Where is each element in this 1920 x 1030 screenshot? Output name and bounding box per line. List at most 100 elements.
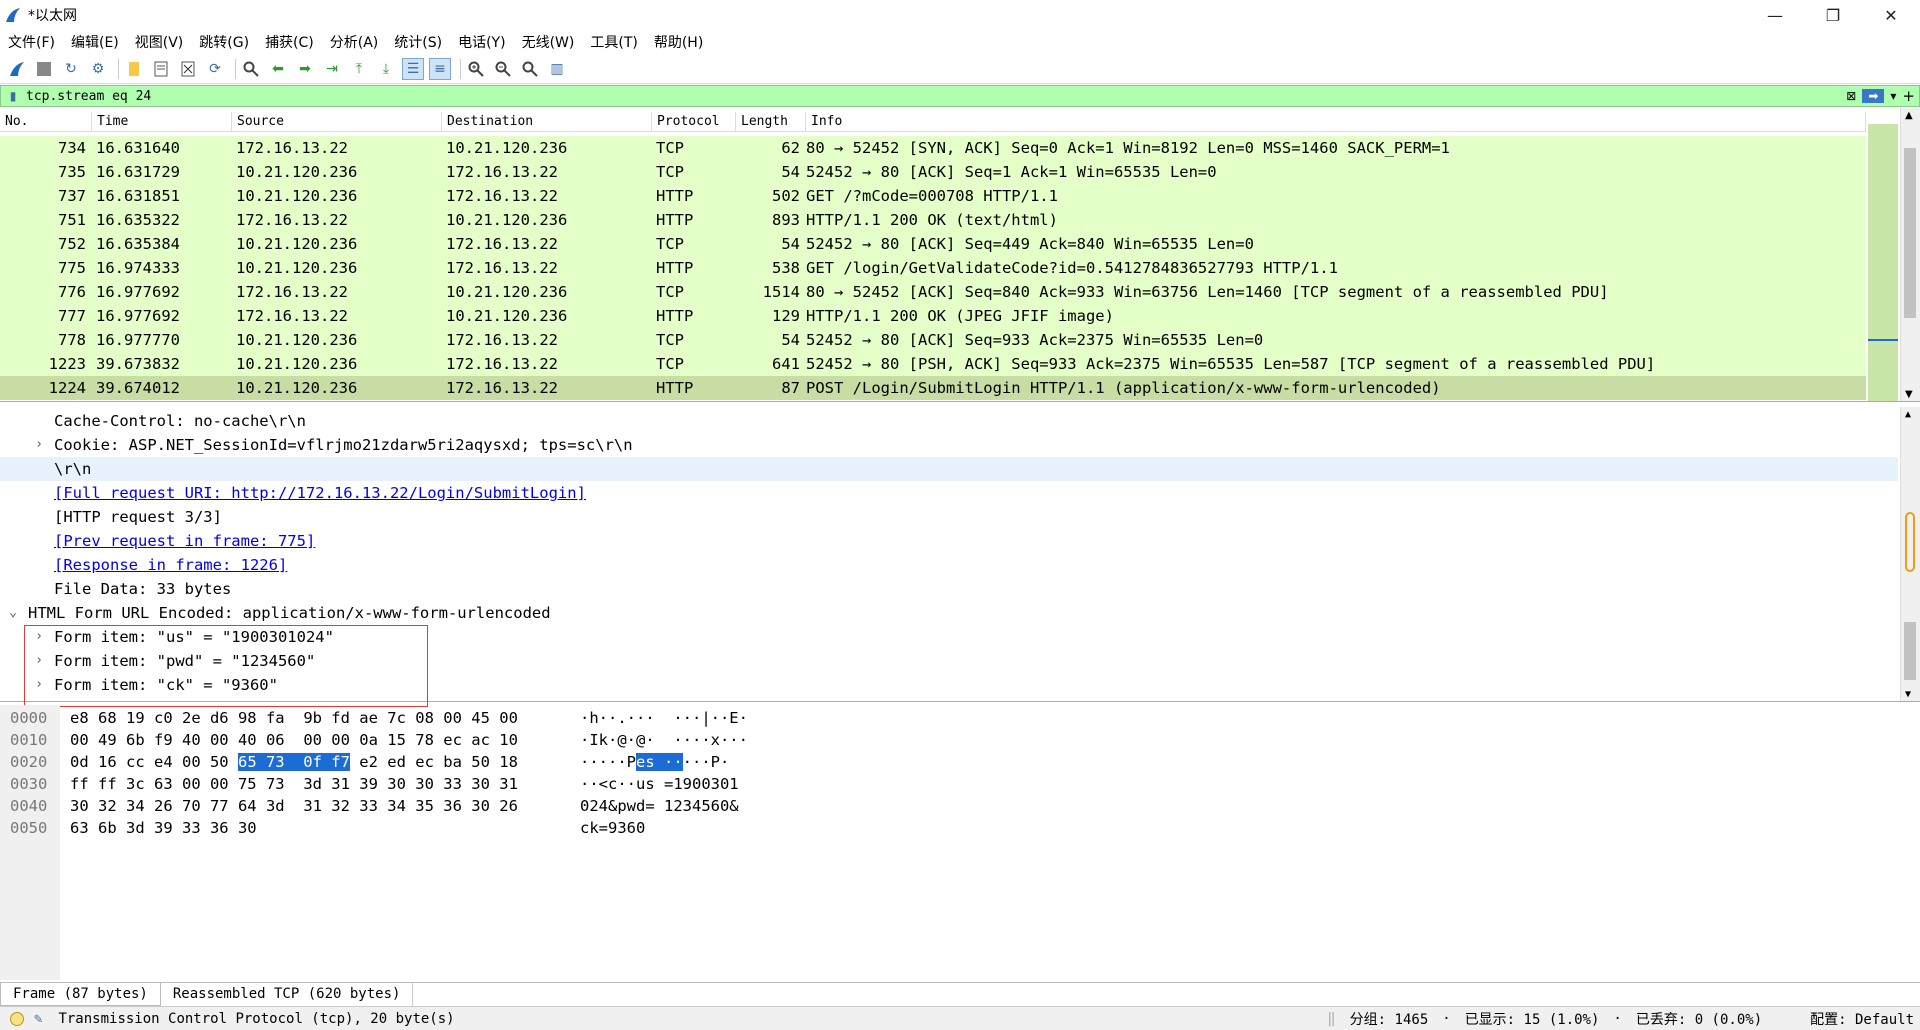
menu-edit[interactable]: 编辑(E)	[63, 32, 127, 52]
save-file-icon[interactable]	[150, 58, 172, 80]
column-header-no[interactable]: No.	[0, 112, 92, 131]
go-to-packet-icon[interactable]: ⇥	[321, 58, 343, 80]
ascii-bytes[interactable]: 024&pwd= 1234560&	[580, 795, 739, 817]
detail-tree-item[interactable]: [HTTP request 3/3]	[0, 505, 1898, 529]
hex-bytes[interactable]: 0d 16 cc e4 00 50 65 73 0f f7 e2 ed ec b…	[70, 751, 518, 773]
go-first-icon[interactable]: ⤒	[348, 58, 370, 80]
hex-bytes[interactable]: 63 6b 3d 39 33 36 30	[70, 817, 275, 839]
scrollbar-thumb[interactable]	[1904, 148, 1916, 318]
column-header-time[interactable]: Time	[92, 112, 232, 131]
go-forward-icon[interactable]: ➡	[294, 58, 316, 80]
reload-file-icon[interactable]: ⟳	[204, 58, 226, 80]
menu-file[interactable]: 文件(F)	[0, 32, 63, 52]
scroll-down-icon[interactable]: ▼	[1905, 689, 1911, 700]
expert-info-icon[interactable]	[10, 1011, 24, 1026]
start-capture-icon[interactable]	[6, 58, 28, 80]
detail-link[interactable]: [Response in frame: 1226]	[54, 553, 287, 577]
detail-tree-item[interactable]: \r\n	[0, 457, 1898, 481]
profile-label[interactable]: 配置: Default	[1810, 1009, 1914, 1029]
detail-tree-item[interactable]: › Cookie: ASP.NET_SessionId=vflrjmo21zdar…	[0, 433, 1898, 457]
restore-icon[interactable]: ❐	[1804, 0, 1862, 30]
zoom-in-icon[interactable]	[465, 58, 487, 80]
detail-tree-item[interactable]: File Data: 33 bytes	[0, 577, 1898, 601]
column-header-protocol[interactable]: Protocol	[652, 112, 736, 131]
main-toolbar: ↻ ⚙ ⟳ ⬅ ➡ ⇥ ⤒ ⤓ ☰ ≡ ▥	[0, 54, 1920, 84]
close-file-icon[interactable]	[177, 58, 199, 80]
bookmark-icon[interactable]: ▮	[4, 87, 22, 105]
scroll-down-icon[interactable]: ▼	[1905, 389, 1913, 400]
packet-row[interactable]: 778 16.977770 10.21.120.236 172.16.13.22 TCP…	[0, 328, 1866, 352]
detail-link[interactable]: [Full request URI: http://172.16.13.22/L…	[54, 481, 586, 505]
scroll-up-icon[interactable]: ▲	[1905, 110, 1913, 121]
scroll-up-icon[interactable]: ▲	[1905, 409, 1911, 420]
tab-reassembled-tcp[interactable]: Reassembled TCP (620 bytes)	[161, 983, 414, 1006]
restart-capture-icon[interactable]: ↻	[60, 58, 82, 80]
menu-view[interactable]: 视图(V)	[127, 32, 192, 52]
autoscroll-icon[interactable]: ☰	[402, 57, 424, 80]
column-header-source[interactable]: Source	[232, 112, 442, 131]
column-header-length[interactable]: Length	[736, 112, 806, 131]
packet-row[interactable]: 1224 39.674012 10.21.120.236 172.16.13.22 HT…	[0, 376, 1866, 400]
detail-tree-item[interactable]: ⌄ HTML Form URL Encoded: application/x-ww…	[0, 601, 1898, 625]
go-back-icon[interactable]: ⬅	[267, 58, 289, 80]
ascii-bytes[interactable]: ··<c··us =1900301	[580, 773, 739, 795]
menu-telephony[interactable]: 电话(Y)	[450, 32, 513, 52]
menu-capture[interactable]: 捕获(C)	[257, 32, 322, 52]
packet-row[interactable]: 777 16.977692 172.16.13.22 10.21.120.236 HTT…	[0, 304, 1866, 328]
apply-filter-icon[interactable]: ➡	[1862, 89, 1885, 103]
packet-row[interactable]: 752 16.635384 10.21.120.236 172.16.13.22 TCP…	[0, 232, 1866, 256]
go-last-icon[interactable]: ⤓	[375, 58, 397, 80]
details-scrollbar[interactable]: ▲ ▼	[1900, 407, 1920, 701]
close-icon[interactable]: ✕	[1862, 0, 1920, 30]
ascii-bytes[interactable]: ·h··.··· ···|··E·	[580, 707, 748, 729]
packet-row[interactable]: 735 16.631729 10.21.120.236 172.16.13.22 TCP…	[0, 160, 1866, 184]
ascii-bytes[interactable]: ·Ik·@·@· ····x···	[580, 729, 748, 751]
detail-tree-item[interactable]: [Response in frame: 1226]	[0, 553, 1898, 577]
packet-no: 752	[58, 235, 86, 253]
resize-columns-icon[interactable]: ▥	[546, 58, 568, 80]
detail-tree-item[interactable]: [Full request URI: http://172.16.13.22/L…	[0, 481, 1898, 505]
scrollbar-thumb[interactable]	[1905, 512, 1915, 572]
clear-filter-icon[interactable]: ⊠	[1846, 89, 1856, 103]
menu-go[interactable]: 跳转(G)	[191, 32, 257, 52]
packet-row[interactable]: 776 16.977692 172.16.13.22 10.21.120.236 TCP…	[0, 280, 1866, 304]
zoom-out-icon[interactable]	[492, 58, 514, 80]
minimize-icon[interactable]: —	[1746, 0, 1804, 30]
menu-help[interactable]: 帮助(H)	[646, 32, 711, 52]
tab-frame[interactable]: Frame (87 bytes)	[0, 983, 161, 1006]
open-file-icon[interactable]	[123, 58, 145, 80]
find-packet-icon[interactable]	[240, 58, 262, 80]
packet-row[interactable]: 1223 39.673832 10.21.120.236 172.16.13.22 TC…	[0, 352, 1866, 376]
menu-wireless[interactable]: 无线(W)	[514, 32, 583, 52]
ascii-bytes[interactable]: ck=9360	[580, 817, 645, 839]
packet-minimap[interactable]	[1868, 124, 1898, 401]
hex-bytes[interactable]: ff ff 3c 63 00 00 75 73 3d 31 39 30 30 3…	[70, 773, 518, 795]
packet-row[interactable]: 751 16.635322 172.16.13.22 10.21.120.236 HTT…	[0, 208, 1866, 232]
packet-list-scrollbar[interactable]: ▲ ▼	[1900, 108, 1920, 401]
hex-bytes[interactable]: 00 49 6b f9 40 00 40 06 00 00 0a 15 78 e…	[70, 729, 518, 751]
add-filter-button-icon[interactable]: +	[1902, 87, 1915, 105]
edit-comment-icon[interactable]: ✎	[34, 1011, 42, 1027]
detail-tree-item[interactable]: [Prev request in frame: 775]	[0, 529, 1898, 553]
hex-bytes[interactable]: 30 32 34 26 70 77 64 3d 31 32 33 34 35 3…	[70, 795, 518, 817]
menu-tools[interactable]: 工具(T)	[582, 32, 645, 52]
filter-history-dropdown-icon[interactable]: ▾	[1890, 89, 1896, 103]
packet-row[interactable]: 734 16.631640 172.16.13.22 10.21.120.236 TCP…	[0, 136, 1866, 160]
hex-bytes[interactable]: e8 68 19 c0 2e d6 98 fa 9b fd ae 7c 08 0…	[70, 707, 518, 729]
ascii-bytes[interactable]: ·····Pes ·····P·	[580, 751, 729, 773]
detail-link[interactable]: [Prev request in frame: 775]	[54, 529, 315, 553]
menu-analyze[interactable]: 分析(A)	[322, 32, 387, 52]
column-header-info[interactable]: Info	[806, 112, 1866, 131]
column-header-destination[interactable]: Destination	[442, 112, 652, 131]
expand-arrow-icon[interactable]: ›	[32, 433, 46, 457]
detail-tree-item[interactable]: Cache-Control: no-cache\r\n	[0, 409, 1898, 433]
stop-capture-icon[interactable]	[33, 58, 55, 80]
normal-size-icon[interactable]	[519, 58, 541, 80]
capture-options-icon[interactable]: ⚙	[87, 58, 109, 80]
menu-statistics[interactable]: 统计(S)	[386, 32, 450, 52]
packet-row[interactable]: 775 16.974333 10.21.120.236 172.16.13.22 HTT…	[0, 256, 1866, 280]
display-filter-input[interactable]	[26, 88, 1841, 104]
packet-row[interactable]: 737 16.631851 10.21.120.236 172.16.13.22 HTT…	[0, 184, 1866, 208]
collapse-arrow-icon[interactable]: ⌄	[6, 601, 20, 625]
colorize-icon[interactable]: ≡	[429, 57, 451, 80]
